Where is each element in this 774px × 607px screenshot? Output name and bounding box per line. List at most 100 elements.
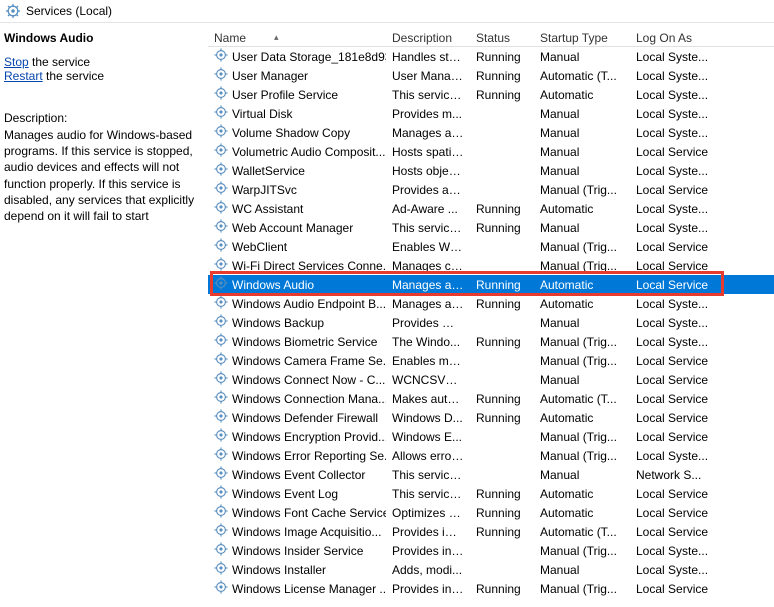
service-row[interactable]: WebClientEnables Win...Manual (Trig...Lo… (208, 237, 774, 256)
cell-name: Windows Camera Frame Se... (208, 352, 386, 369)
cell-startup-type: Manual (534, 126, 630, 140)
service-row[interactable]: Windows Image Acquisitio...Provides im..… (208, 522, 774, 541)
cell-description: The Windo... (386, 335, 470, 349)
service-row[interactable]: Windows Defender FirewallWindows D...Run… (208, 408, 774, 427)
service-row[interactable]: User Data Storage_181e8d93Handles sto...… (208, 47, 774, 66)
gear-icon (214, 67, 228, 84)
cell-name: WarpJITSvc (208, 181, 386, 198)
service-row[interactable]: Windows Connect Now - C...WCNCSVC ...Man… (208, 370, 774, 389)
service-name: User Data Storage_181e8d93 (232, 50, 386, 64)
cell-description: Optimizes p... (386, 506, 470, 520)
service-name: Wi-Fi Direct Services Conne... (232, 259, 386, 273)
service-name: Windows Camera Frame Se... (232, 354, 386, 368)
cell-description: Provides im... (386, 525, 470, 539)
service-row[interactable]: Windows Event LogThis service ...Running… (208, 484, 774, 503)
gear-icon (214, 390, 228, 407)
cell-name: Windows Font Cache Service (208, 504, 386, 521)
service-name: User Profile Service (232, 88, 338, 102)
cell-log-on-as: Local Syste... (630, 335, 720, 349)
cell-startup-type: Manual (Trig... (534, 259, 630, 273)
service-row[interactable]: Windows Error Reporting Se...Allows erro… (208, 446, 774, 465)
cell-description: Manages an... (386, 126, 470, 140)
cell-log-on-as: Local Service (630, 506, 720, 520)
cell-name: Windows Audio Endpoint B... (208, 295, 386, 312)
gear-icon (214, 409, 228, 426)
cell-log-on-as: Local Syste... (630, 563, 720, 577)
service-name: WarpJITSvc (232, 183, 297, 197)
cell-startup-type: Automatic (T... (534, 392, 630, 406)
service-row[interactable]: Windows Biometric ServiceThe Windo...Run… (208, 332, 774, 351)
service-row[interactable]: Windows Encryption Provid...Windows E...… (208, 427, 774, 446)
cell-description: This service ... (386, 487, 470, 501)
service-row[interactable]: WC AssistantAd-Aware ...RunningAutomatic… (208, 199, 774, 218)
gear-icon (214, 48, 228, 65)
cell-log-on-as: Local Syste... (630, 297, 720, 311)
cell-description: Ad-Aware ... (386, 202, 470, 216)
cell-startup-type: Manual (534, 145, 630, 159)
cell-startup-type: Manual (534, 50, 630, 64)
column-header-status[interactable]: Status (470, 29, 534, 47)
cell-description: Provides Wi... (386, 316, 470, 330)
cell-log-on-as: Local Service (630, 411, 720, 425)
service-row[interactable]: User ManagerUser Manag...RunningAutomati… (208, 66, 774, 85)
cell-name: Wi-Fi Direct Services Conne... (208, 257, 386, 274)
column-header-description[interactable]: Description (386, 29, 470, 47)
cell-status: Running (470, 487, 534, 501)
stop-service-link[interactable]: Stop (4, 55, 29, 69)
gear-icon (214, 162, 228, 179)
cell-log-on-as: Network S... (630, 468, 720, 482)
service-name: Windows Audio Endpoint B... (232, 297, 386, 311)
cell-startup-type: Manual (534, 316, 630, 330)
cell-status: Running (470, 506, 534, 520)
service-name: Windows Insider Service (232, 544, 363, 558)
cell-name: Web Account Manager (208, 219, 386, 236)
restart-service-link[interactable]: Restart (4, 69, 43, 83)
service-name: Windows Connection Mana... (232, 392, 386, 406)
column-header-name[interactable]: Name▴ (208, 29, 386, 47)
service-row[interactable]: WalletServiceHosts objec...ManualLocal S… (208, 161, 774, 180)
gear-icon (214, 124, 228, 141)
service-row[interactable]: Web Account ManagerThis service ...Runni… (208, 218, 774, 237)
service-name: Volumetric Audio Composit... (232, 145, 385, 159)
service-row[interactable]: Windows Connection Mana...Makes auto...R… (208, 389, 774, 408)
column-header-log-on-as[interactable]: Log On As (630, 29, 720, 47)
service-row[interactable]: Windows Camera Frame Se...Enables mul...… (208, 351, 774, 370)
service-row[interactable]: Windows Event CollectorThis service ...M… (208, 465, 774, 484)
service-row[interactable]: Windows Font Cache ServiceOptimizes p...… (208, 503, 774, 522)
service-row[interactable]: Volume Shadow CopyManages an...ManualLoc… (208, 123, 774, 142)
service-row[interactable]: Windows Insider ServiceProvides inf...Ma… (208, 541, 774, 560)
service-row[interactable]: WarpJITSvcProvides a JI...Manual (Trig..… (208, 180, 774, 199)
panel-header: Services (Local) (0, 0, 774, 23)
cell-status: Running (470, 392, 534, 406)
service-row[interactable]: Virtual DiskProvides m...ManualLocal Sys… (208, 104, 774, 123)
cell-name: User Profile Service (208, 86, 386, 103)
cell-startup-type: Manual (Trig... (534, 335, 630, 349)
cell-log-on-as: Local Syste... (630, 107, 720, 121)
service-row[interactable]: Wi-Fi Direct Services Conne...Manages co… (208, 256, 774, 275)
service-row[interactable]: Windows Audio Endpoint B...Manages au...… (208, 294, 774, 313)
service-row[interactable]: Windows AudioManages au...RunningAutomat… (208, 275, 774, 294)
cell-startup-type: Manual (534, 107, 630, 121)
cell-name: Virtual Disk (208, 105, 386, 122)
service-name: Windows Connect Now - C... (232, 373, 385, 387)
cell-startup-type: Manual (Trig... (534, 582, 630, 596)
cell-log-on-as: Local Syste... (630, 69, 720, 83)
service-row[interactable]: Windows InstallerAdds, modi...ManualLoca… (208, 560, 774, 579)
service-row[interactable]: Windows License Manager ...Provides inf.… (208, 579, 774, 598)
sort-ascending-icon: ▴ (274, 32, 279, 43)
cell-name: Volume Shadow Copy (208, 124, 386, 141)
cell-startup-type: Manual (Trig... (534, 354, 630, 368)
service-name: Windows Event Collector (232, 468, 365, 482)
service-row[interactable]: User Profile ServiceThis service ...Runn… (208, 85, 774, 104)
service-name: WebClient (232, 240, 287, 254)
service-row[interactable]: Windows BackupProvides Wi...ManualLocal … (208, 313, 774, 332)
column-header-startup-type[interactable]: Startup Type (534, 29, 630, 47)
description-text: Manages audio for Windows-based programs… (4, 127, 198, 224)
cell-status: Running (470, 582, 534, 596)
service-row[interactable]: Volumetric Audio Composit...Hosts spatia… (208, 142, 774, 161)
cell-status: Running (470, 221, 534, 235)
cell-log-on-as: Local Service (630, 240, 720, 254)
cell-log-on-as: Local Syste... (630, 316, 720, 330)
cell-name: Windows Event Collector (208, 466, 386, 483)
gear-icon (214, 447, 228, 464)
